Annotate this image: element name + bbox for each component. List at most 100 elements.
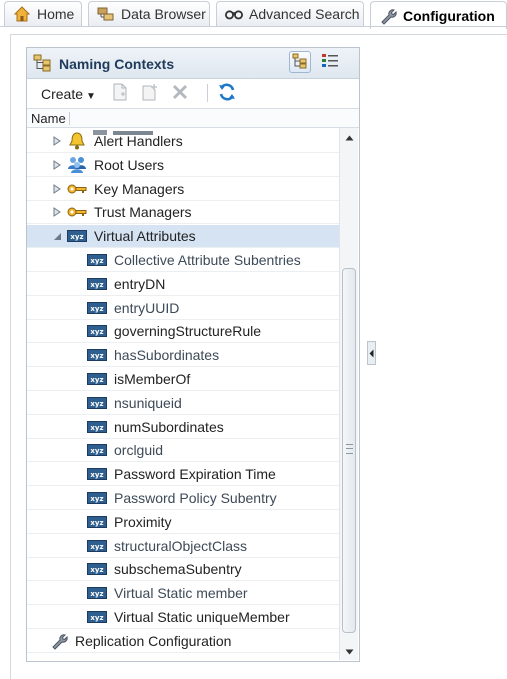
binoculars-icon bbox=[225, 5, 243, 23]
tree-row-label: Password Expiration Time bbox=[114, 466, 276, 483]
tree-hierarchy-icon bbox=[33, 54, 53, 75]
tree-row-label: nsuniqueid bbox=[114, 394, 182, 411]
tree-row[interactable]: xyz isMemberOf bbox=[27, 368, 339, 391]
panel-collapse-splitter[interactable] bbox=[367, 341, 376, 365]
delete-icon bbox=[172, 84, 188, 103]
panel-toolbar: Create ▼ bbox=[27, 79, 359, 107]
xyz-icon: xyz bbox=[87, 251, 107, 269]
svg-text:xyz: xyz bbox=[90, 376, 103, 384]
tree-row[interactable]: xyz Password Expiration Time bbox=[27, 463, 339, 487]
xyz-icon: xyz bbox=[87, 584, 107, 602]
caret-down-icon: ▼ bbox=[86, 91, 96, 102]
svg-text:xyz: xyz bbox=[90, 281, 103, 289]
new-entry-button[interactable] bbox=[111, 83, 129, 104]
expand-node-icon[interactable] bbox=[52, 207, 62, 218]
tree-row[interactable]: xyz Proximity bbox=[27, 511, 339, 534]
tree-row[interactable]: xyz Virtual Static member bbox=[27, 582, 339, 606]
tree-row-label: isMemberOf bbox=[114, 371, 191, 387]
xyz-icon: xyz bbox=[87, 489, 107, 507]
tree-row[interactable]: xyz Virtual Static uniqueMember bbox=[27, 606, 339, 629]
scrollbar-grip bbox=[346, 444, 353, 454]
tree-row-label: Proximity bbox=[114, 513, 172, 530]
svg-text:xyz: xyz bbox=[90, 447, 103, 455]
tree-row-label: Virtual Static uniqueMember bbox=[114, 609, 290, 625]
new-child-button[interactable] bbox=[141, 83, 159, 102]
key-icon bbox=[67, 180, 87, 198]
toolbar-divider bbox=[207, 84, 208, 102]
tree-row[interactable]: xyz entryDN bbox=[27, 273, 339, 296]
xyz-icon: xyz bbox=[87, 537, 107, 555]
scroll-down-button[interactable] bbox=[340, 642, 358, 658]
list-view-button[interactable] bbox=[319, 51, 341, 73]
tree-row-label: hasSubordinates bbox=[114, 347, 220, 364]
svg-text:xyz: xyz bbox=[90, 424, 103, 432]
svg-text:xyz: xyz bbox=[90, 614, 103, 622]
scrollbar-thumb[interactable] bbox=[342, 268, 356, 633]
refresh-button[interactable] bbox=[217, 83, 237, 103]
tree-row[interactable]: Trust Managers bbox=[27, 201, 339, 225]
new-entry-icon bbox=[112, 83, 128, 104]
wrench-icon bbox=[379, 7, 397, 25]
panel-header: Naming Contexts bbox=[27, 48, 359, 79]
tab-configuration-label: Configuration bbox=[403, 7, 495, 24]
tree-row[interactable]: xyz structuralObjectClass bbox=[27, 535, 339, 558]
tree-row[interactable]: xyz numSubordinates bbox=[27, 416, 339, 439]
naming-contexts-tree: Alert Handlers Root Users Key Managers Trus… bbox=[27, 128, 339, 660]
tree-row[interactable]: Root Users bbox=[27, 154, 339, 177]
tab-home[interactable]: Home bbox=[4, 1, 82, 26]
column-resize-handle[interactable] bbox=[69, 112, 70, 125]
tree-row[interactable]: Alert Handlers bbox=[27, 130, 339, 153]
tree-row[interactable]: xyz hasSubordinates bbox=[27, 344, 339, 368]
svg-text:xyz: xyz bbox=[90, 328, 103, 336]
refresh-icon bbox=[217, 82, 237, 105]
name-column-header[interactable]: Name bbox=[27, 108, 359, 128]
xyz-icon: xyz bbox=[87, 513, 107, 531]
tree-row-label: Virtual Attributes bbox=[94, 228, 196, 245]
data-browser-icon bbox=[97, 5, 115, 23]
tree-row[interactable]: xyz Virtual Attributes bbox=[27, 225, 339, 249]
tree-row[interactable]: xyz Password Policy Subentry bbox=[27, 487, 339, 510]
tree-row[interactable]: xyz governingStructureRule bbox=[27, 320, 339, 344]
tree-row[interactable]: xyz orclguid bbox=[27, 439, 339, 463]
xyz-icon: xyz bbox=[87, 465, 107, 483]
tree-row[interactable]: xyz subschemaSubentry bbox=[27, 558, 339, 582]
scroll-up-arrow-icon bbox=[345, 129, 354, 144]
tree-view-icon bbox=[292, 53, 308, 72]
delete-button[interactable] bbox=[171, 84, 189, 102]
expand-node-icon[interactable] bbox=[52, 183, 62, 194]
tree-row[interactable]: xyz Collective Attribute Subentries bbox=[27, 249, 339, 272]
tree-row-label: Replication Configuration bbox=[75, 632, 232, 649]
tree-row-label: Alert Handlers bbox=[94, 133, 183, 149]
tab-data-browser[interactable]: Data Browser bbox=[88, 1, 210, 26]
svg-text:xyz: xyz bbox=[90, 257, 103, 265]
tree-row[interactable]: xyz entryUUID bbox=[27, 297, 339, 320]
key-icon bbox=[67, 203, 87, 221]
create-menu-button[interactable]: Create ▼ bbox=[41, 86, 96, 102]
collapse-node-icon[interactable] bbox=[52, 231, 62, 241]
svg-text:xyz: xyz bbox=[90, 543, 103, 551]
tab-underline bbox=[0, 26, 507, 27]
xyz-icon: xyz bbox=[87, 418, 107, 436]
tab-advanced-search[interactable]: Advanced Search bbox=[216, 1, 364, 26]
svg-text:xyz: xyz bbox=[90, 400, 103, 408]
xyz-icon: xyz bbox=[87, 299, 107, 317]
tree-row-label: Collective Attribute Subentries bbox=[114, 252, 301, 268]
svg-text:xyz: xyz bbox=[90, 590, 103, 598]
collapse-left-icon bbox=[369, 346, 374, 361]
tree-vertical-scrollbar[interactable] bbox=[339, 128, 358, 660]
expand-node-icon[interactable] bbox=[52, 136, 62, 146]
tab-data-browser-label: Data Browser bbox=[121, 6, 206, 22]
tree-row[interactable]: xyz nsuniqueid bbox=[27, 392, 339, 415]
scroll-up-button[interactable] bbox=[340, 128, 358, 144]
expand-node-icon[interactable] bbox=[52, 159, 62, 170]
tree-row[interactable]: Replication Configuration bbox=[27, 630, 339, 653]
tree-row-label: governingStructureRule bbox=[114, 323, 262, 340]
tree-row[interactable]: Key Managers bbox=[27, 178, 339, 201]
tree-row-label: orclguid bbox=[114, 442, 164, 459]
tree-row-label: subschemaSubentry bbox=[114, 561, 242, 578]
tree-view-button[interactable] bbox=[289, 51, 311, 73]
xyz-icon: xyz bbox=[87, 560, 107, 578]
tab-configuration[interactable]: Configuration bbox=[370, 1, 507, 29]
xyz-icon: xyz bbox=[67, 227, 87, 245]
xyz-icon: xyz bbox=[87, 370, 107, 388]
